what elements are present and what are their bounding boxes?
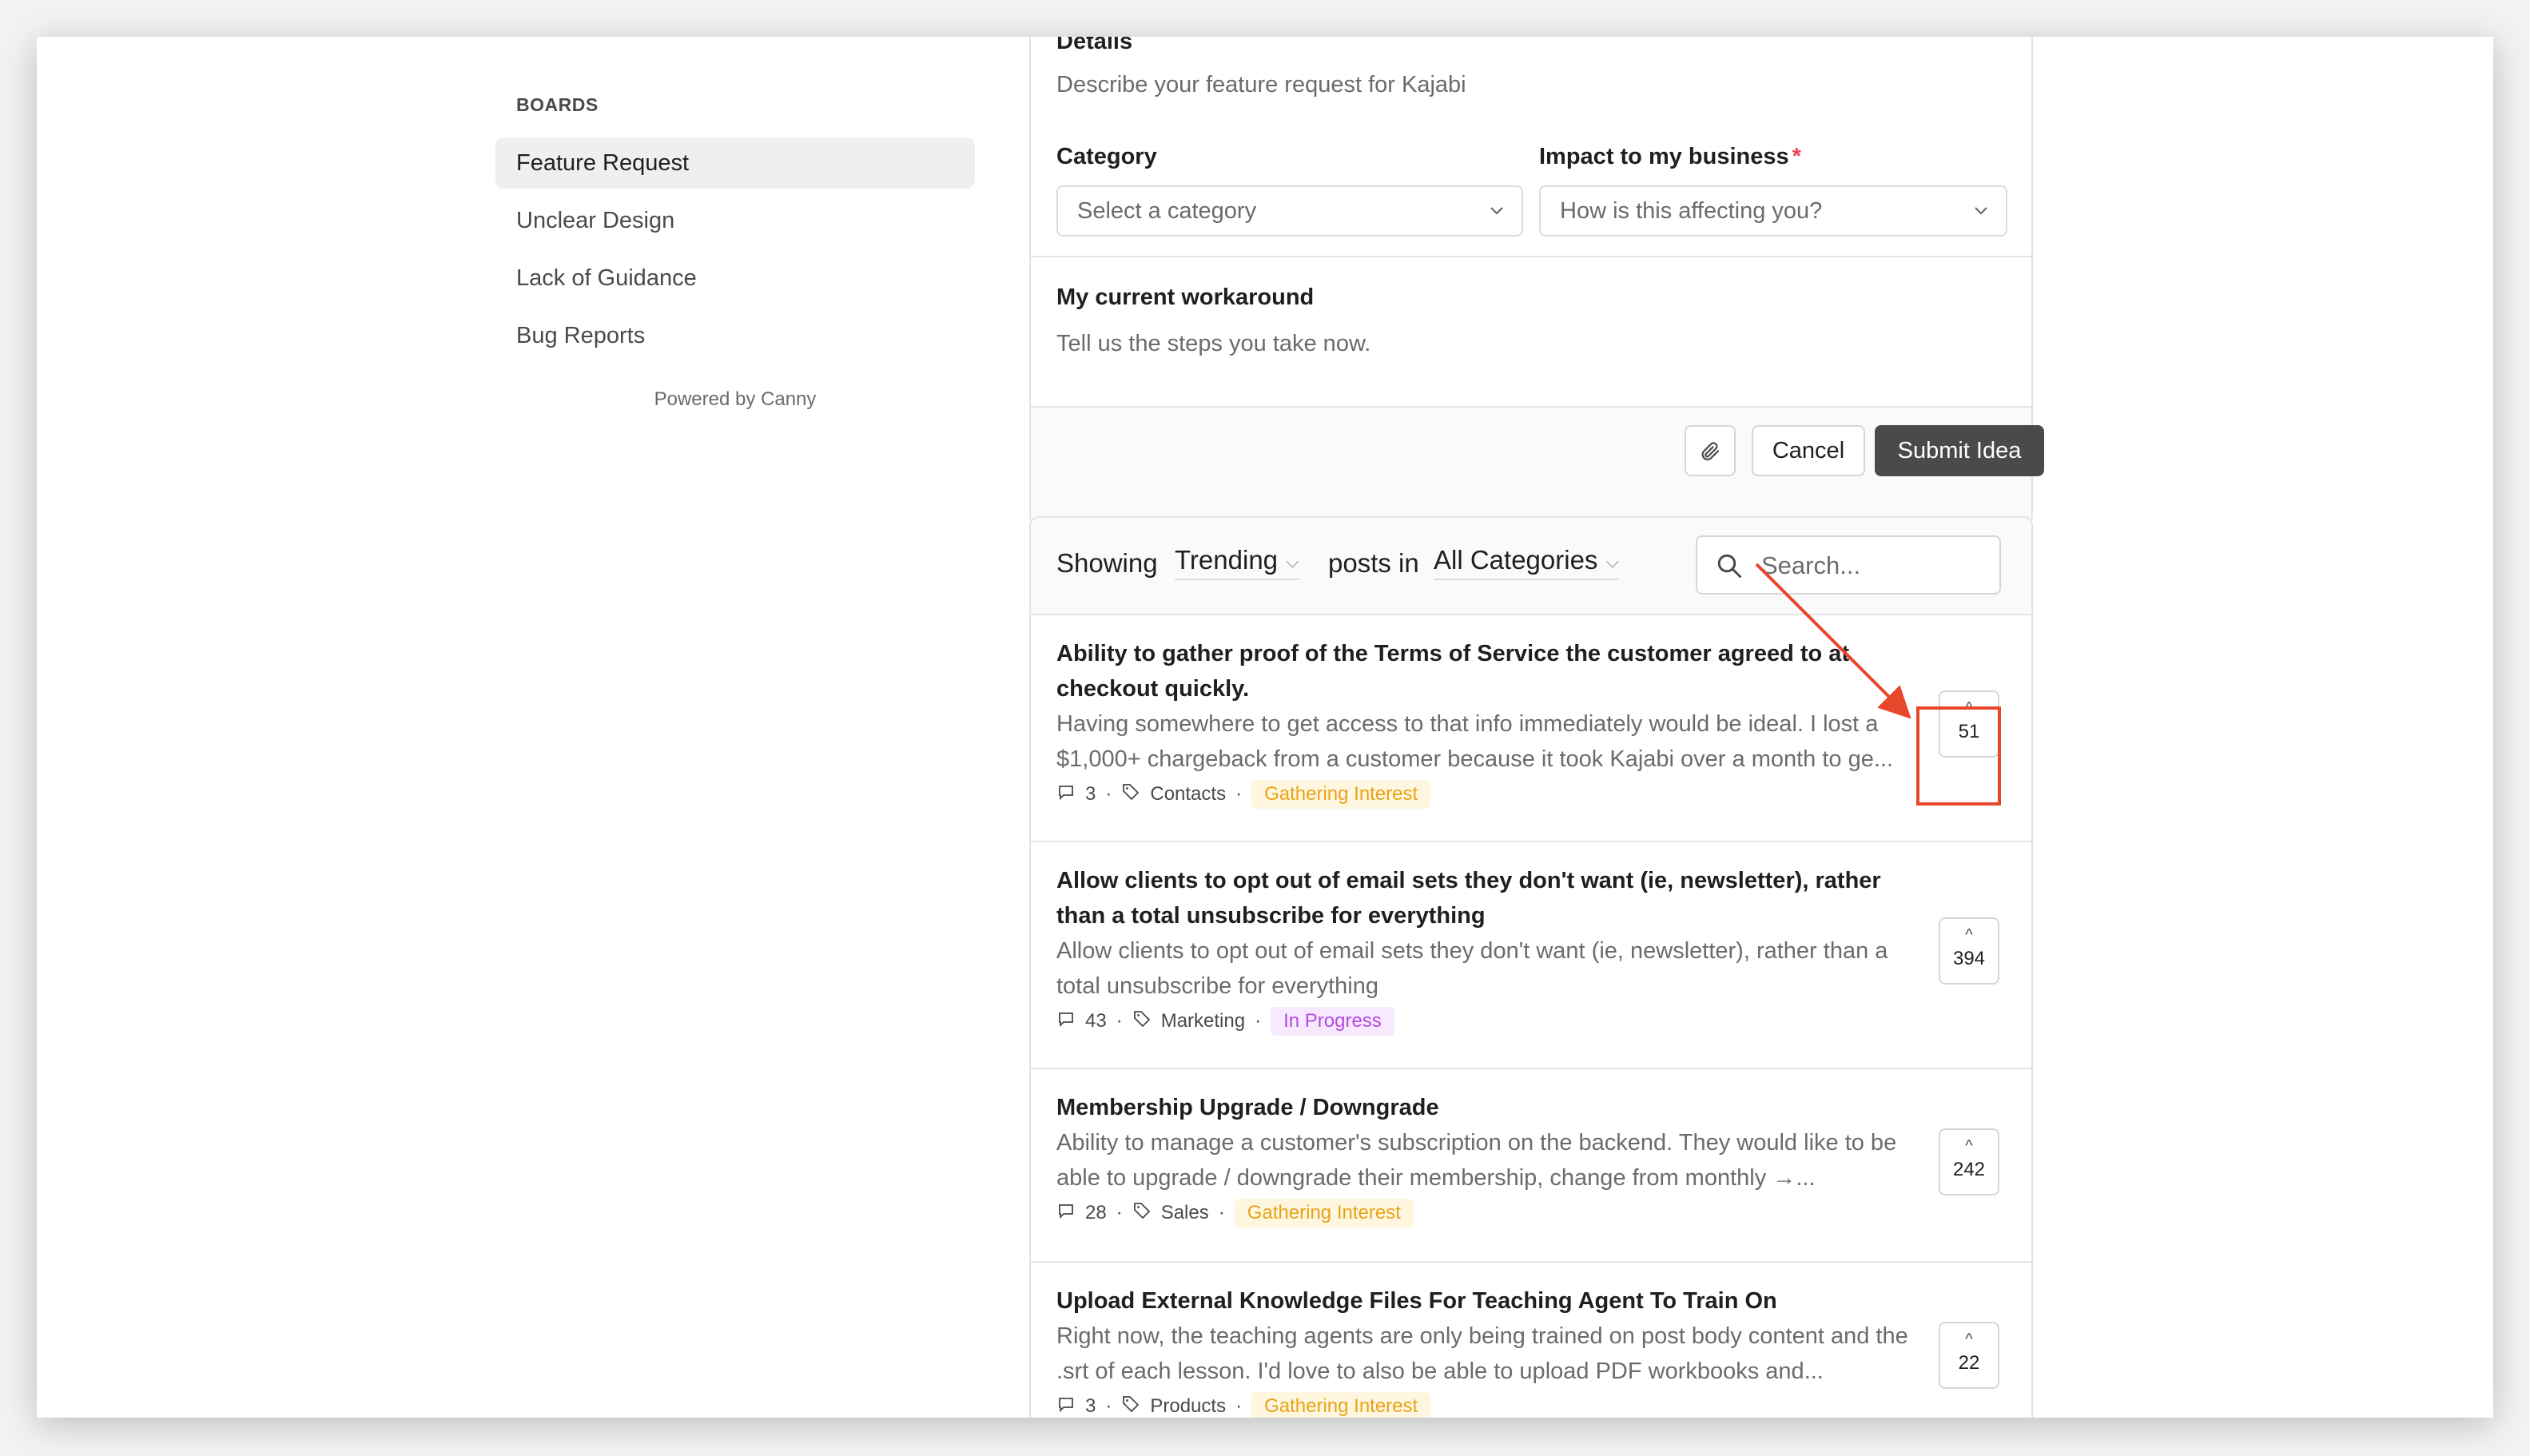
annotation-arrow xyxy=(1755,563,1911,719)
app-window: BOARDS Feature Request Unclear Design La… xyxy=(37,37,2493,1418)
